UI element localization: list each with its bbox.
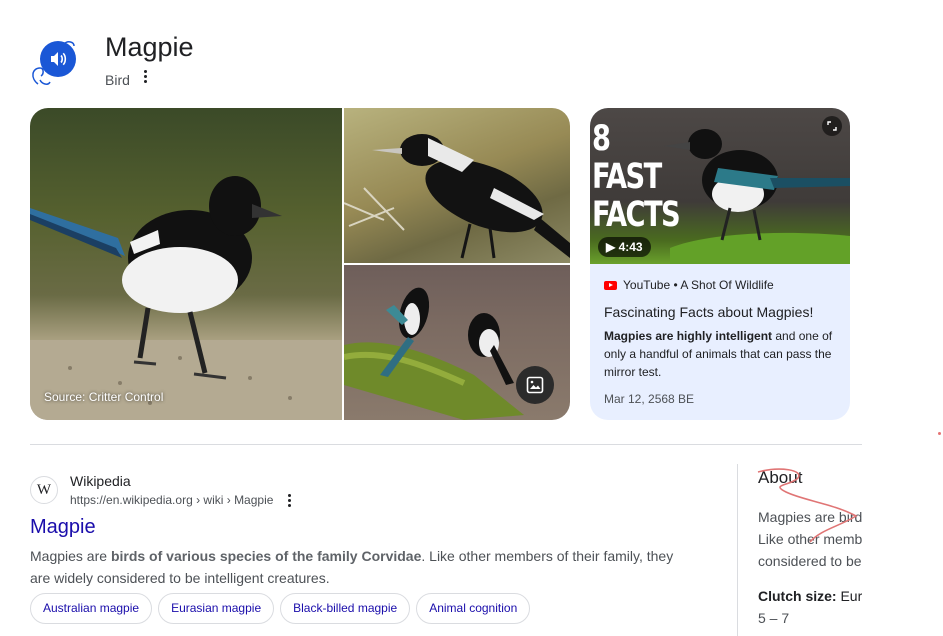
result-title-link[interactable]: Magpie (30, 516, 96, 539)
wikipedia-icon[interactable]: W (30, 476, 58, 504)
play-icon: ▶ (606, 240, 619, 254)
video-source: YouTube • A Shot Of Wildlife (604, 278, 774, 292)
more-options-button[interactable] (140, 68, 152, 86)
fact-label: Clutch size: (758, 588, 837, 604)
chip-animal-cognition[interactable]: Animal cognition (416, 593, 531, 624)
section-divider (30, 444, 862, 445)
result-site-name[interactable]: Wikipedia (70, 473, 131, 489)
video-description: Magpies are highly intelligent and one o… (604, 327, 840, 381)
entity-subtitle: Bird (105, 72, 130, 88)
chip-black-billed-magpie[interactable]: Black-billed magpie (280, 593, 411, 624)
magpie-photo-main[interactable]: Source: Critter Control (30, 108, 342, 420)
result-more-options-button[interactable] (284, 493, 296, 509)
image-collage: Source: Critter Control (30, 108, 570, 420)
thumbnail-caption: 8 FAST FACTS (592, 119, 681, 235)
more-images-button[interactable] (516, 366, 554, 404)
video-result-card[interactable]: 8 FAST FACTS ▶ 4:43 YouTube • A Shot Of … (590, 108, 850, 420)
image-icon (526, 376, 544, 394)
snippet-start: Magpies are (30, 548, 111, 564)
video-date: Mar 12, 2568 BE (604, 392, 695, 406)
video-description-highlight: Magpies are highly intelligent (604, 329, 773, 343)
chip-eurasian-magpie[interactable]: Eurasian magpie (158, 593, 275, 624)
about-fact-clutch-size: Clutch size: Eur (758, 588, 862, 604)
more-vert-icon (288, 494, 291, 497)
related-chips: Australian magpie Eurasian magpie Black-… (30, 593, 531, 624)
video-title[interactable]: Fascinating Facts about Magpies! (604, 304, 840, 320)
magpie-illustration (30, 176, 342, 420)
expand-icon (827, 121, 837, 131)
video-source-text: YouTube • A Shot Of Wildlife (623, 278, 774, 292)
video-duration-badge: ▶ 4:43 (598, 237, 651, 257)
fact-value-partial: Eur (836, 588, 862, 604)
video-thumbnail[interactable]: 8 FAST FACTS ▶ 4:43 (590, 108, 850, 264)
volume-icon (51, 52, 67, 66)
listen-pronunciation-button[interactable] (40, 41, 76, 77)
result-url[interactable]: https://en.wikipedia.org › wiki › Magpie (70, 493, 273, 507)
duration-text: 4:43 (618, 240, 643, 254)
australian-magpie-illustration (344, 134, 570, 259)
result-snippet: Magpies are birds of various species of … (30, 545, 690, 589)
snippet-highlight: birds of various species of the family C… (110, 548, 422, 564)
youtube-icon (604, 281, 617, 290)
chip-australian-magpie[interactable]: Australian magpie (30, 593, 153, 624)
magpie-photo-top-right[interactable] (344, 108, 570, 263)
knowledge-panel-header: Magpie Bird (28, 30, 428, 92)
hand-drawn-scribble (757, 468, 858, 543)
stray-annotation-mark (938, 432, 941, 435)
about-panel-border (737, 464, 738, 636)
photo-source-label: Source: Critter Control (44, 390, 164, 404)
entity-title: Magpie (105, 32, 194, 62)
fact-value: 5 – 7 (758, 610, 790, 626)
expand-video-button[interactable] (822, 116, 842, 136)
more-vert-icon (144, 70, 147, 73)
